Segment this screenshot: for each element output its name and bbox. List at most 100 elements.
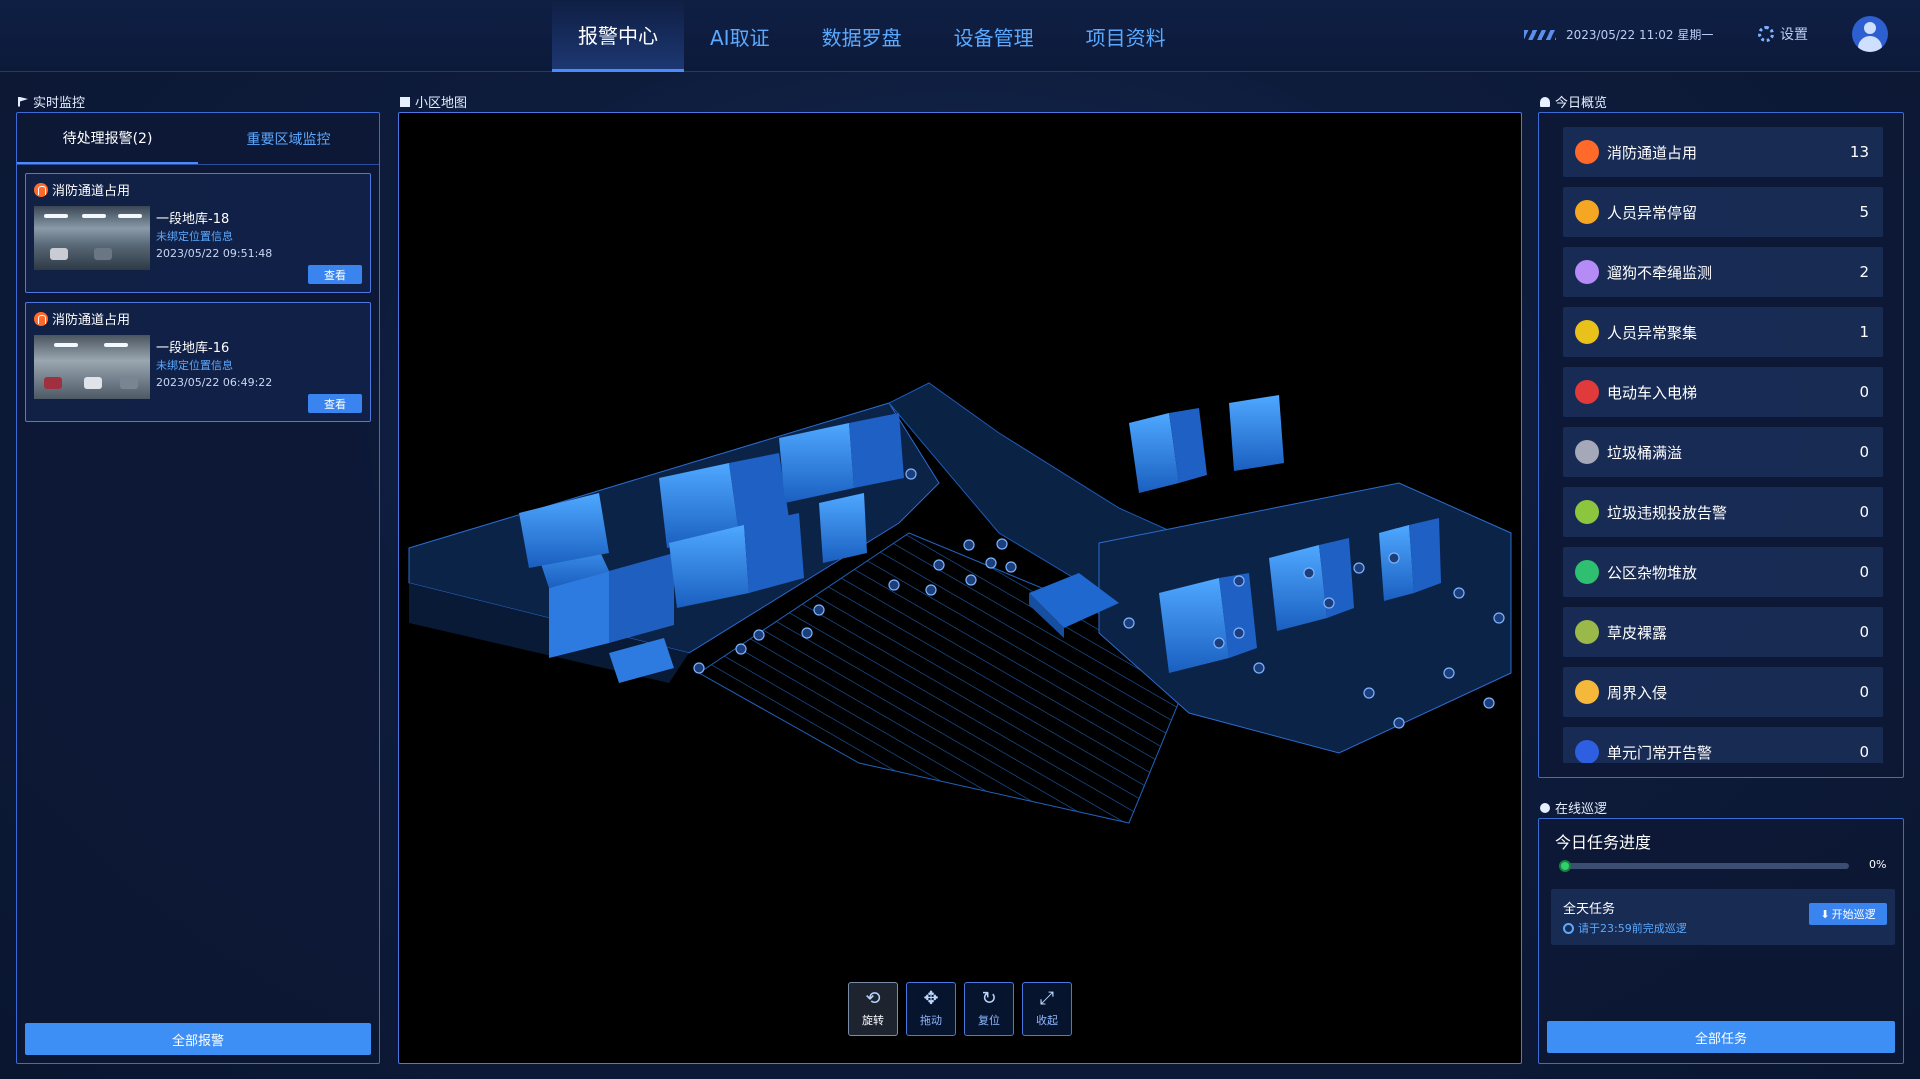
task-progress-bar <box>1559 860 1849 872</box>
overview-item-count: 0 <box>1859 383 1869 401</box>
tab-pending-alarms[interactable]: 待处理报警(2) <box>17 113 198 164</box>
overview-item-count: 0 <box>1859 683 1869 701</box>
download-icon: ⬇ <box>1820 907 1830 921</box>
overview-item[interactable]: 电动车入电梯 0 <box>1563 367 1883 417</box>
patrol-route-icon <box>1540 802 1550 813</box>
map-icon <box>400 96 410 107</box>
map-tool-3[interactable]: ⤢ 收起 <box>1022 982 1072 1036</box>
section-title-text: 在线巡逻 <box>1555 802 1608 817</box>
map-tool-0[interactable]: ⟲ 旋转 <box>848 982 898 1036</box>
view-button[interactable]: 查看 <box>308 265 362 284</box>
overview-item-label: 单元门常开告警 <box>1607 743 1713 762</box>
section-title-map: 小区地图 <box>400 92 467 111</box>
section-title-patrol: 在线巡逻 <box>1540 798 1607 817</box>
rotate-3d-icon: ⟲ <box>865 988 881 1009</box>
nav-item-4[interactable]: 项目资料 <box>1060 0 1192 72</box>
alarm-position: 未绑定位置信息 <box>156 230 233 243</box>
camera-snapshot[interactable] <box>34 206 150 270</box>
map-toolbar: ⟲ 旋转 ✥ 拖动 ↻ 复位 ⤢ 收起 <box>848 982 1072 1036</box>
progress-title: 今日任务进度 <box>1555 833 1652 852</box>
alarm-title: 消防通道占用 <box>34 309 130 328</box>
tab-key-area-monitor[interactable]: 重要区域监控 <box>198 113 379 164</box>
reset-icon: ↻ <box>981 988 997 1009</box>
alarm-type: 消防通道占用 <box>52 184 131 199</box>
nav-item-1[interactable]: AI取证 <box>684 0 796 72</box>
overview-item[interactable]: 草皮裸露 0 <box>1563 607 1883 657</box>
overview-item-count: 0 <box>1859 563 1869 581</box>
section-title-text: 小区地图 <box>415 96 468 111</box>
overview-item-label: 消防通道占用 <box>1607 143 1698 162</box>
settings-button[interactable]: 设置 <box>1758 24 1808 44</box>
map-tool-2[interactable]: ↻ 复位 <box>964 982 1014 1036</box>
overview-item-count: 1 <box>1859 323 1869 341</box>
task-deadline: 请于23:59前完成巡逻 <box>1563 920 1687 936</box>
overview-item-count: 2 <box>1859 263 1869 281</box>
overview-item[interactable]: 垃圾桶满溢 0 <box>1563 427 1883 477</box>
trash-warning-icon <box>1575 500 1599 524</box>
dog-icon <box>1575 260 1599 284</box>
overview-item-count: 0 <box>1859 503 1869 521</box>
top-nav-bar: 报警中心 AI取证 数据罗盘 设备管理 项目资料 2023/05/22 11:02 星期… <box>0 0 1920 72</box>
start-patrol-label: 开始巡逻 <box>1831 908 1876 921</box>
alarm-card[interactable]: 消防通道占用 一段地库-16 未绑定位置信息 2023/05/22 06:49:… <box>25 302 371 422</box>
overview-item-label: 公区杂物堆放 <box>1607 563 1698 582</box>
map-tool-label: 拖动 <box>920 1014 942 1027</box>
avatar[interactable] <box>1852 16 1888 52</box>
start-patrol-button[interactable]: ⬇ 开始巡逻 <box>1809 903 1887 925</box>
overview-item[interactable]: 垃圾违规投放告警 0 <box>1563 487 1883 537</box>
section-title-text: 今日概览 <box>1555 96 1608 111</box>
flag-icon <box>18 96 28 107</box>
overview-item-count: 0 <box>1859 623 1869 641</box>
overview-item[interactable]: 人员异常停留 5 <box>1563 187 1883 237</box>
overview-item-label: 垃圾桶满溢 <box>1607 443 1683 462</box>
overview-item-count: 0 <box>1859 443 1869 461</box>
nav-item-3[interactable]: 设备管理 <box>928 0 1060 72</box>
camera-snapshot[interactable] <box>34 335 150 399</box>
section-title-text: 实时监控 <box>33 96 86 111</box>
crowd-icon <box>1575 320 1599 344</box>
perimeter-icon <box>1575 680 1599 704</box>
all-alarms-button[interactable]: 全部报警 <box>25 1023 371 1055</box>
alarm-location: 一段地库-18 <box>156 212 230 227</box>
overview-item[interactable]: 周界入侵 0 <box>1563 667 1883 717</box>
overview-item-label: 人员异常聚集 <box>1607 323 1698 342</box>
view-button[interactable]: 查看 <box>308 394 362 413</box>
nav-item-0[interactable]: 报警中心 <box>552 0 684 72</box>
overview-item-count: 5 <box>1859 203 1869 221</box>
overview-item[interactable]: 消防通道占用 13 <box>1563 127 1883 177</box>
map-tool-label: 收起 <box>1036 1014 1058 1027</box>
map-3d-scene[interactable] <box>399 113 1521 1063</box>
map-tool-1[interactable]: ✥ 拖动 <box>906 982 956 1036</box>
overview-item-label: 草皮裸露 <box>1607 623 1668 642</box>
online-patrol-panel: 今日任务进度 0% 全天任务 请于23:59前完成巡逻 ⬇ 开始巡逻 全部任务 <box>1538 818 1904 1064</box>
overview-item-label: 人员异常停留 <box>1607 203 1698 222</box>
progress-knob <box>1559 860 1572 872</box>
move-arrows-icon: ✥ <box>923 988 939 1009</box>
trash-icon <box>1575 440 1599 464</box>
overview-list[interactable]: 消防通道占用 13 人员异常停留 5 遛狗不牵绳监测 2 人员异常聚集 1 电动车入电梯 0 垃圾桶… <box>1563 127 1883 763</box>
community-map[interactable] <box>398 112 1522 1064</box>
map-tool-label: 复位 <box>978 1014 1000 1027</box>
ebike-icon <box>1575 380 1599 404</box>
nav-item-2[interactable]: 数据罗盘 <box>796 0 928 72</box>
section-title-realtime: 实时监控 <box>18 92 85 111</box>
task-deadline-text: 请于23:59前完成巡逻 <box>1578 922 1687 935</box>
overview-item[interactable]: 人员异常聚集 1 <box>1563 307 1883 357</box>
grass-icon <box>1575 620 1599 644</box>
overview-item-count: 0 <box>1859 743 1869 761</box>
map-tool-label: 旋转 <box>862 1014 884 1027</box>
datetime-area: 2023/05/22 11:02 星期一 <box>1524 26 1713 43</box>
alarm-time: 2023/05/22 09:51:48 <box>156 247 273 260</box>
overview-item[interactable]: 单元门常开告警 0 <box>1563 727 1883 763</box>
alarm-card[interactable]: 消防通道占用 一段地库-18 未绑定位置信息 2023/05/22 09:51:… <box>25 173 371 293</box>
alarm-type: 消防通道占用 <box>52 313 131 328</box>
realtime-monitor-panel: 待处理报警(2) 重要区域监控 消防通道占用 一段地库-18 未绑定位置信息 2… <box>16 112 380 1064</box>
monitor-tabs: 待处理报警(2) 重要区域监控 <box>17 113 379 165</box>
overview-item[interactable]: 公区杂物堆放 0 <box>1563 547 1883 597</box>
progress-percent: 0% <box>1869 858 1887 871</box>
overview-item[interactable]: 遛狗不牵绳监测 2 <box>1563 247 1883 297</box>
task-name: 全天任务 <box>1563 902 1616 917</box>
task-item: 全天任务 请于23:59前完成巡逻 ⬇ 开始巡逻 <box>1551 889 1895 945</box>
fire-lane-icon <box>1575 140 1599 164</box>
all-tasks-button[interactable]: 全部任务 <box>1547 1021 1895 1053</box>
